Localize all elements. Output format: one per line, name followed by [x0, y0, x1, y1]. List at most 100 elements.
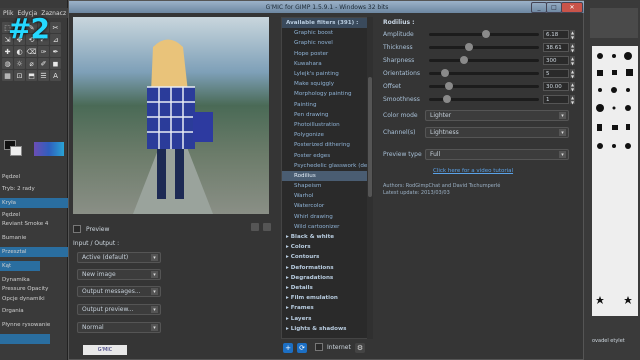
angle-row[interactable]: Kąt: [0, 261, 40, 271]
param-thickness[interactable]: Thickness 38.61 ▲ ▼: [381, 42, 579, 53]
amplitude-value[interactable]: 6.18: [543, 30, 569, 39]
filter-item[interactable]: Graphic novel: [282, 38, 370, 48]
dynamics-value[interactable]: Pressure Opacity: [0, 284, 68, 294]
category-item[interactable]: ▸ Contours: [282, 252, 370, 262]
filter-item[interactable]: Polygonize: [282, 130, 370, 140]
sharpness-spin[interactable]: ▲ ▼: [570, 56, 575, 66]
preview-toggle[interactable]: Preview: [73, 223, 269, 235]
close-button[interactable]: ✕: [561, 2, 583, 13]
slider-knob[interactable]: [445, 82, 454, 90]
sharpness-slider[interactable]: [429, 56, 539, 64]
category-item[interactable]: ▸ Black & white: [282, 232, 370, 242]
slider-knob[interactable]: [459, 56, 468, 64]
offset-value[interactable]: 30.00: [543, 82, 569, 91]
orientations-value[interactable]: 5: [543, 69, 569, 78]
sharpness-value[interactable]: 300: [543, 56, 569, 65]
smoothness-spin[interactable]: ▲ ▼: [570, 95, 575, 105]
gradient-icon[interactable]: ▦: [2, 70, 13, 81]
filter-item[interactable]: Lylejk's painting: [282, 69, 370, 79]
channels-combo[interactable]: Lightness ▾: [425, 127, 569, 138]
shear-icon[interactable]: ⊿: [50, 34, 61, 45]
category-item[interactable]: ▸ Film emulation: [282, 293, 370, 303]
param-offset[interactable]: Offset 30.00 ▲ ▼: [381, 81, 579, 92]
smooth-checkbox[interactable]: Płynne rysowanie: [0, 320, 68, 330]
amplitude-slider[interactable]: [429, 30, 539, 38]
size-row[interactable]: Bumanie: [0, 233, 68, 243]
filter-item[interactable]: Psychedelic glasswork (de: [282, 161, 370, 171]
heal-icon[interactable]: ✚: [2, 46, 13, 57]
internet-checkbox[interactable]: [315, 343, 323, 351]
brush-preview[interactable]: [34, 142, 64, 156]
filters-tree[interactable]: Available filters (391) : Graphic boost …: [281, 17, 371, 339]
category-item[interactable]: ▸ Lights & shadows: [282, 324, 370, 334]
filter-item[interactable]: Pen drawing: [282, 110, 370, 120]
output-mode-combo[interactable]: New image ▾: [77, 269, 161, 280]
bg-color-swatch[interactable]: [10, 146, 22, 156]
scissors-icon[interactable]: ✂: [50, 22, 61, 33]
category-item[interactable]: ▸ Details: [282, 283, 370, 293]
filter-item-selected[interactable]: Rodilius: [282, 170, 370, 181]
filters-scrollbar[interactable]: [367, 17, 373, 339]
param-sharpness[interactable]: Sharpness 300 ▲ ▼: [381, 55, 579, 66]
color-mode-combo[interactable]: Lighter ▾: [425, 110, 569, 121]
filter-item[interactable]: Shapeism: [282, 181, 370, 191]
dynamics-options[interactable]: Opcje dynamiki: [0, 294, 68, 304]
input-layers-combo[interactable]: Active (default) ▾: [77, 252, 161, 263]
filter-item[interactable]: Warhol: [282, 191, 370, 201]
filter-item[interactable]: Watercolor: [282, 201, 370, 211]
category-item[interactable]: ▸ Degradations: [282, 273, 370, 283]
filter-item[interactable]: Graphic boost: [282, 28, 370, 38]
filter-item[interactable]: Wild cartoonizer: [282, 222, 370, 232]
output-preview-combo[interactable]: Output preview... ▾: [77, 304, 161, 315]
refresh-button[interactable]: ⟳: [297, 343, 307, 353]
fill-icon[interactable]: ◼: [50, 58, 61, 69]
output-messages-combo[interactable]: Output messages... ▾: [77, 286, 161, 297]
filter-item[interactable]: Morphology painting: [282, 89, 370, 99]
offset-slider[interactable]: [429, 82, 539, 90]
filter-item[interactable]: Make squiggly: [282, 79, 370, 89]
dodge-icon[interactable]: ◐: [14, 46, 25, 57]
category-item[interactable]: ▸ Layers: [282, 313, 370, 323]
filter-item[interactable]: Painting: [282, 100, 370, 110]
preview-image[interactable]: [73, 17, 269, 214]
blur-icon[interactable]: ◍: [2, 58, 13, 69]
offset-spin[interactable]: ▲ ▼: [570, 82, 575, 92]
category-item[interactable]: ▸ Colors: [282, 242, 370, 252]
opacity-bar[interactable]: Kryła: [0, 198, 68, 208]
preview-type-combo[interactable]: Full ▾: [425, 149, 569, 160]
param-amplitude[interactable]: Amplitude 6.18 ▲ ▼: [381, 29, 579, 40]
pencil-icon[interactable]: ✑: [38, 46, 49, 57]
brush-name[interactable]: Reviant Smoke 4: [0, 219, 68, 229]
smoothness-value[interactable]: 1: [543, 95, 569, 104]
minimize-button[interactable]: _: [531, 2, 547, 13]
filter-item[interactable]: Photoillustration: [282, 120, 370, 130]
thickness-value[interactable]: 38.61: [543, 43, 569, 52]
slider-knob[interactable]: [441, 69, 450, 77]
perspective-icon[interactable]: ⬒: [26, 70, 37, 81]
clone-icon[interactable]: ⊡: [14, 70, 25, 81]
measure-icon[interactable]: ⌀: [26, 58, 37, 69]
slider-knob[interactable]: [464, 43, 473, 51]
brush-grid[interactable]: [592, 46, 638, 316]
category-item[interactable]: ▸ Deformations: [282, 263, 370, 273]
ink-icon[interactable]: ✒: [50, 46, 61, 57]
preview-checkbox[interactable]: [73, 225, 81, 233]
thickness-spin[interactable]: ▲ ▼: [570, 43, 575, 53]
slider-knob[interactable]: [443, 95, 452, 103]
maximize-button[interactable]: □: [546, 2, 562, 13]
orientations-spin[interactable]: ▲ ▼: [570, 69, 575, 79]
amplitude-spin[interactable]: ▲ ▼: [570, 30, 575, 40]
align-icon[interactable]: ☰: [38, 70, 49, 81]
eraser-icon[interactable]: ⌫: [26, 46, 37, 57]
filter-item[interactable]: Kuwahara: [282, 59, 370, 69]
preview-mode-combo[interactable]: Normal ▾: [77, 322, 161, 333]
filter-item[interactable]: Hope poster: [282, 49, 370, 59]
filter-item[interactable]: Posterized dithering: [282, 140, 370, 150]
filter-item[interactable]: Whirl drawing: [282, 212, 370, 222]
quality-bar[interactable]: [0, 334, 50, 344]
paintbrush-icon[interactable]: ✐: [38, 58, 49, 69]
category-item[interactable]: ▸ Frames: [282, 303, 370, 313]
smoothness-slider[interactable]: [429, 95, 539, 103]
add-favorite-button[interactable]: +: [283, 343, 293, 353]
video-tutorial-link[interactable]: Click here for a video tutorial: [433, 168, 513, 174]
